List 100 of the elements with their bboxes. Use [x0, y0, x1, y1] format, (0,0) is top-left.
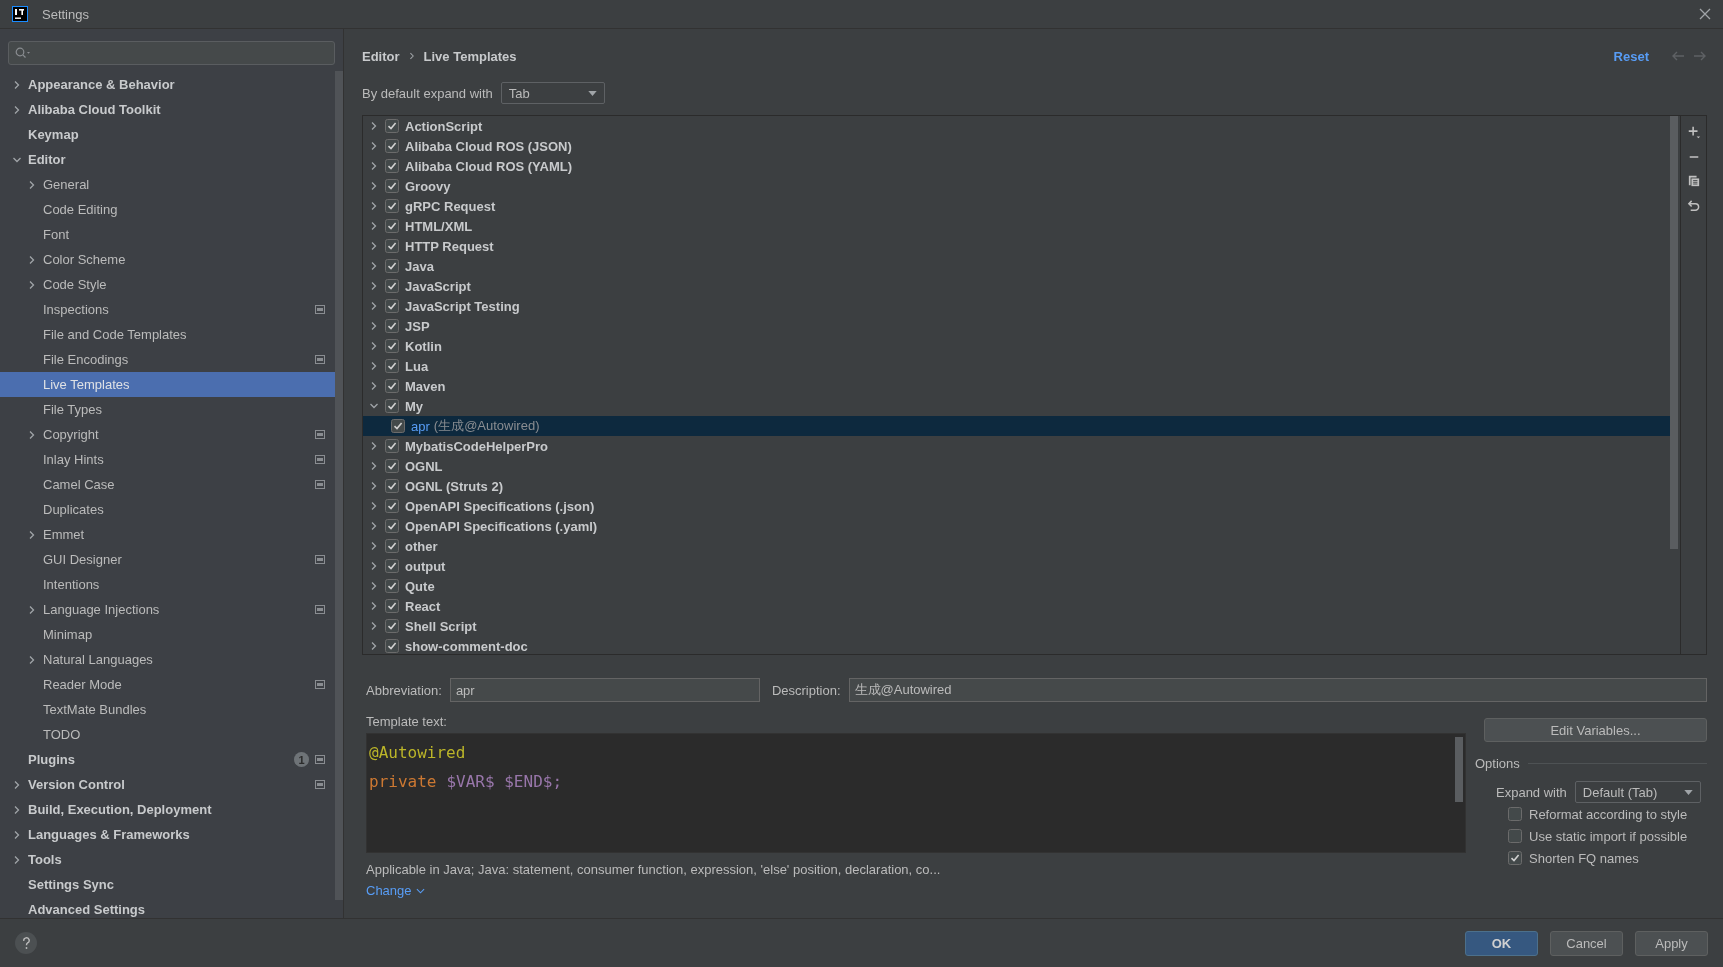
sidebar-item[interactable]: Duplicates	[0, 497, 335, 522]
chevron-right-icon[interactable]	[369, 261, 379, 271]
chevron-right-icon[interactable]	[12, 829, 22, 840]
sidebar-item[interactable]: Emmet	[0, 522, 335, 547]
chevron-right-icon[interactable]	[369, 161, 379, 171]
sidebar-item[interactable]: Live Templates	[0, 372, 335, 397]
chevron-right-icon[interactable]	[369, 501, 379, 511]
chevron-right-icon[interactable]	[369, 581, 379, 591]
chevron-right-icon[interactable]	[369, 641, 379, 651]
chevron-right-icon[interactable]	[27, 654, 37, 665]
chevron-right-icon[interactable]	[27, 429, 37, 440]
chevron-right-icon[interactable]	[27, 279, 37, 290]
sidebar-item[interactable]: Font	[0, 222, 335, 247]
sidebar-item[interactable]: Tools	[0, 847, 335, 872]
sidebar-item[interactable]: Languages & Frameworks	[0, 822, 335, 847]
dialog-button[interactable]: Cancel	[1550, 930, 1623, 956]
template-group-row[interactable]: output	[363, 556, 1670, 576]
checkbox[interactable]	[385, 539, 399, 553]
chevron-right-icon[interactable]	[12, 79, 22, 90]
copy-icon[interactable]	[1687, 175, 1700, 187]
sidebar-item[interactable]: Appearance & Behavior	[0, 72, 335, 97]
checkbox[interactable]	[391, 419, 405, 433]
checkbox[interactable]	[385, 499, 399, 513]
checkbox[interactable]	[1508, 851, 1522, 865]
template-text-editor[interactable]: @Autowired private $VAR$ $END$;	[366, 733, 1466, 853]
chevron-right-icon[interactable]	[369, 481, 379, 491]
template-group-row[interactable]: gRPC Request	[363, 196, 1670, 216]
sidebar-item[interactable]: Color Scheme	[0, 247, 335, 272]
sidebar-item[interactable]: Code Style	[0, 272, 335, 297]
chevron-right-icon[interactable]	[369, 361, 379, 371]
chevron-right-icon[interactable]	[369, 241, 379, 251]
checkbox[interactable]	[385, 639, 399, 653]
chevron-right-icon[interactable]	[369, 321, 379, 331]
ok-button[interactable]: OK	[1465, 930, 1538, 956]
chevron-right-icon[interactable]	[369, 141, 379, 151]
template-group-row[interactable]: My	[363, 396, 1670, 416]
template-group-row[interactable]: Alibaba Cloud ROS (YAML)	[363, 156, 1670, 176]
chevron-right-icon[interactable]	[369, 441, 379, 451]
scrollbar[interactable]	[1670, 116, 1678, 549]
checkbox[interactable]	[385, 519, 399, 533]
sidebar-item[interactable]: Alibaba Cloud Toolkit	[0, 97, 335, 122]
search-field[interactable]	[8, 41, 335, 65]
template-group-row[interactable]: JavaScript Testing	[363, 296, 1670, 316]
template-group-row[interactable]: MybatisCodeHelperPro	[363, 436, 1670, 456]
sidebar-item[interactable]: TODO	[0, 722, 335, 747]
help-icon[interactable]	[15, 932, 37, 954]
chevron-right-icon[interactable]	[27, 604, 37, 615]
template-group-row[interactable]: HTTP Request	[363, 236, 1670, 256]
scrollbar[interactable]	[335, 71, 343, 900]
expand-dropdown[interactable]: Tab	[500, 82, 605, 104]
template-group-row[interactable]: other	[363, 536, 1670, 556]
template-group-row[interactable]: React	[363, 596, 1670, 616]
sidebar-item[interactable]: Keymap	[0, 122, 335, 147]
chevron-right-icon[interactable]	[27, 254, 37, 265]
template-group-row[interactable]: Alibaba Cloud ROS (JSON)	[363, 136, 1670, 156]
checkbox[interactable]	[385, 479, 399, 493]
chevron-right-icon[interactable]	[369, 121, 379, 131]
checkbox[interactable]	[385, 139, 399, 153]
chevron-right-icon[interactable]	[369, 221, 379, 231]
chevron-right-icon[interactable]	[369, 521, 379, 531]
checkbox[interactable]	[385, 439, 399, 453]
expand-with-dropdown[interactable]: Default (Tab)	[1574, 781, 1701, 803]
checkbox[interactable]	[385, 339, 399, 353]
template-group-row[interactable]: Kotlin	[363, 336, 1670, 356]
checkbox[interactable]	[385, 219, 399, 233]
description-field[interactable]: 生成@Autowired	[848, 678, 1707, 702]
chevron-right-icon[interactable]	[369, 381, 379, 391]
checkbox[interactable]	[385, 239, 399, 253]
template-group-row[interactable]: Groovy	[363, 176, 1670, 196]
abbreviation-field[interactable]: apr	[449, 678, 760, 702]
add-icon[interactable]	[1686, 125, 1701, 139]
scrollbar[interactable]	[1455, 737, 1463, 802]
sidebar-item[interactable]: Copyright	[0, 422, 335, 447]
change-link[interactable]: Change	[366, 883, 425, 898]
chevron-right-icon[interactable]	[27, 179, 37, 190]
checkbox[interactable]	[385, 179, 399, 193]
checkbox[interactable]	[385, 599, 399, 613]
undo-icon[interactable]	[1687, 199, 1700, 212]
template-group-row[interactable]: OpenAPI Specifications (.json)	[363, 496, 1670, 516]
checkbox[interactable]	[385, 319, 399, 333]
checkbox[interactable]	[385, 559, 399, 573]
template-row[interactable]: apr (生成@Autowired)	[363, 416, 1670, 436]
checkbox[interactable]	[385, 259, 399, 273]
reset-link[interactable]: Reset	[1613, 48, 1649, 64]
edit-variables-button[interactable]: Edit Variables...	[1484, 718, 1707, 742]
chevron-down-icon[interactable]	[369, 401, 379, 411]
sidebar-item[interactable]: Editor	[0, 147, 335, 172]
sidebar-item[interactable]: Version Control	[0, 772, 335, 797]
template-group-row[interactable]: OGNL (Struts 2)	[363, 476, 1670, 496]
checkbox[interactable]	[385, 359, 399, 373]
chevron-right-icon[interactable]	[12, 104, 22, 115]
sidebar-item[interactable]: Reader Mode	[0, 672, 335, 697]
close-icon[interactable]	[1699, 8, 1711, 20]
chevron-right-icon[interactable]	[369, 301, 379, 311]
sidebar-item[interactable]: Camel Case	[0, 472, 335, 497]
chevron-right-icon[interactable]	[369, 541, 379, 551]
template-group-row[interactable]: Maven	[363, 376, 1670, 396]
chevron-right-icon[interactable]	[369, 621, 379, 631]
sidebar-item[interactable]: Inspections	[0, 297, 335, 322]
chevron-right-icon[interactable]	[12, 779, 22, 790]
